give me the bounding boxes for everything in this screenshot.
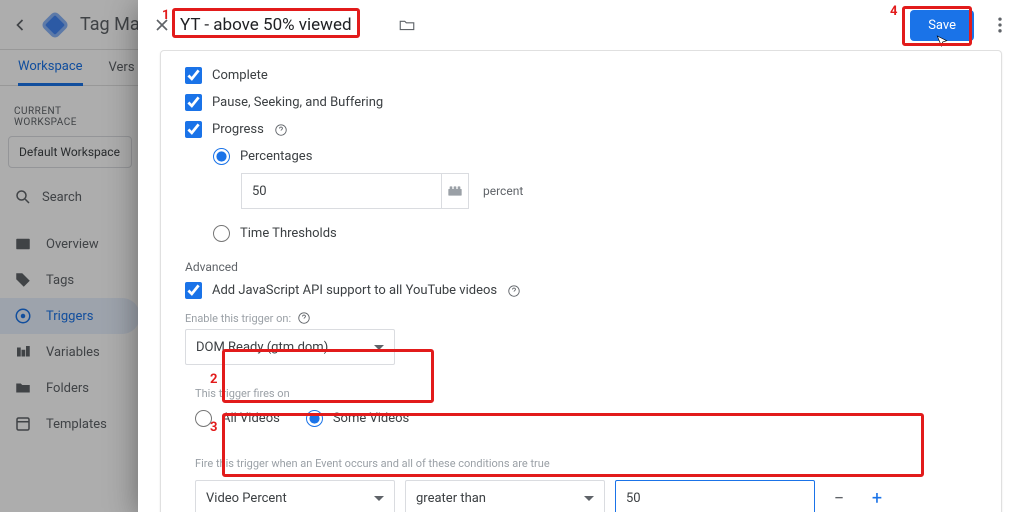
percent-suffix: percent — [483, 184, 523, 198]
condition-variable-value: Video Percent — [206, 491, 287, 506]
variable-picker-button[interactable] — [441, 173, 469, 209]
radio-some-videos[interactable] — [306, 410, 323, 427]
checkbox-complete[interactable] — [185, 67, 202, 84]
help-icon[interactable] — [274, 123, 288, 137]
label-all-videos: All Videos — [222, 411, 280, 426]
label-percentages: Percentages — [240, 149, 312, 164]
enable-on-label: Enable this trigger on: — [185, 312, 291, 325]
checkbox-progress[interactable] — [185, 121, 202, 138]
lego-icon — [447, 185, 463, 197]
condition-operator-select[interactable]: greater than — [405, 480, 605, 512]
fires-on-label: This trigger fires on — [195, 387, 967, 400]
label-complete: Complete — [212, 68, 268, 83]
percentages-input[interactable] — [241, 173, 441, 209]
label-progress: Progress — [212, 122, 264, 137]
checkbox-js-api[interactable] — [185, 282, 202, 299]
more-icon[interactable] — [990, 15, 1010, 35]
cursor-icon — [934, 34, 950, 50]
trigger-editor-panel: Save Complete Pause, Seeking, and Buffer… — [138, 0, 1024, 512]
caret-down-icon — [374, 496, 384, 501]
radio-time-thresholds[interactable] — [213, 225, 230, 242]
help-icon[interactable] — [507, 284, 521, 298]
trigger-name-input[interactable] — [178, 11, 388, 39]
remove-condition-button[interactable]: − — [825, 484, 853, 512]
condition-operator-value: greater than — [416, 491, 486, 506]
checkbox-pause[interactable] — [185, 94, 202, 111]
radio-percentages[interactable] — [213, 148, 230, 165]
condition-value-input[interactable] — [615, 480, 815, 512]
condition-variable-select[interactable]: Video Percent — [195, 480, 395, 512]
save-button[interactable]: Save — [910, 10, 974, 41]
caret-down-icon — [374, 345, 384, 350]
label-js-api: Add JavaScript API support to all YouTub… — [212, 283, 497, 298]
advanced-heading: Advanced — [185, 260, 977, 274]
help-icon[interactable] — [297, 311, 311, 325]
label-time-thresholds: Time Thresholds — [240, 226, 337, 241]
add-condition-button[interactable]: + — [863, 484, 891, 512]
label-some-videos: Some Videos — [333, 411, 409, 426]
caret-down-icon — [584, 496, 594, 501]
enable-on-select[interactable]: DOM Ready (gtm.dom) — [185, 329, 395, 365]
label-pause: Pause, Seeking, and Buffering — [212, 95, 383, 110]
conditions-label: Fire this trigger when an Event occurs a… — [195, 457, 967, 470]
close-icon[interactable] — [152, 15, 172, 35]
folder-icon[interactable] — [398, 16, 416, 34]
enable-on-value: DOM Ready (gtm.dom) — [196, 340, 328, 355]
radio-all-videos[interactable] — [195, 410, 212, 427]
save-button-label: Save — [928, 18, 956, 33]
